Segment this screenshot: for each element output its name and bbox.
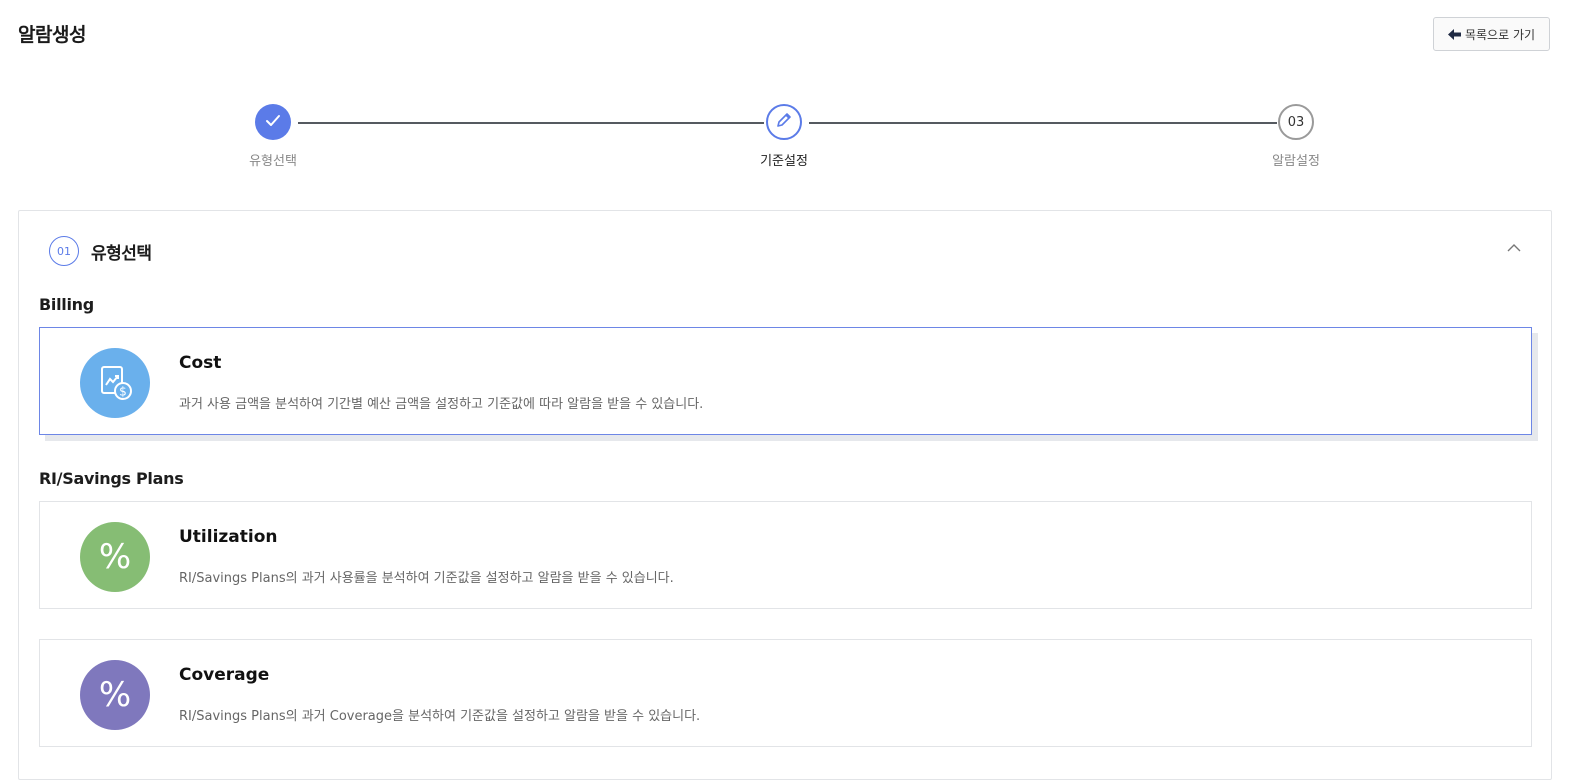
page-title: 알람생성	[18, 24, 86, 46]
card-cost[interactable]: $ Cost 과거 사용 금액을 분석하여 기간별 예산 금액을 설정하고 기준…	[39, 327, 1532, 435]
progress-stepper: 유형선택 기준설정 03 알람설정	[0, 102, 1579, 172]
step-2-indicator[interactable]	[766, 104, 802, 140]
card-description: 과거 사용 금액을 분석하여 기간별 예산 금액을 설정하고 기준값에 따라 알…	[179, 397, 704, 412]
percent-icon: %	[80, 660, 150, 730]
arrow-left-icon	[1447, 28, 1461, 40]
check-icon	[265, 113, 281, 132]
section-header: 01 유형선택	[49, 236, 152, 266]
step-2-label: 기준설정	[760, 154, 808, 169]
section-title: 유형선택	[91, 243, 152, 264]
percent-icon: %	[80, 522, 150, 592]
back-to-list-label: 목록으로 가기	[1464, 27, 1536, 42]
step-3-number: 03	[1287, 114, 1305, 130]
group-label-billing: Billing	[39, 295, 94, 314]
step-1-indicator[interactable]	[255, 104, 291, 140]
card-coverage[interactable]: % Coverage RI/Savings Plans의 과거 Coverage…	[39, 639, 1532, 747]
step-3-indicator[interactable]: 03	[1278, 104, 1314, 140]
card-description: RI/Savings Plans의 과거 Coverage을 분석하여 기준값을…	[179, 709, 701, 724]
back-to-list-button[interactable]: 목록으로 가기	[1433, 17, 1550, 51]
card-title: Utilization	[179, 527, 278, 547]
cost-document-icon: $	[80, 348, 150, 418]
group-label-ri-savings: RI/Savings Plans	[39, 469, 184, 488]
card-title: Coverage	[179, 665, 270, 685]
section-number-badge: 01	[49, 236, 79, 266]
svg-text:$: $	[119, 385, 127, 399]
chevron-up-icon[interactable]	[1507, 237, 1521, 256]
pencil-icon	[775, 111, 793, 133]
step-1-label: 유형선택	[249, 154, 297, 169]
step-connector	[298, 122, 764, 124]
card-description: RI/Savings Plans의 과거 사용률을 분석하여 기준값을 설정하고…	[179, 571, 674, 586]
type-selection-panel: 01 유형선택 Billing $ Cost 과거 사용 금액을 분석하여 기간…	[18, 210, 1552, 780]
step-3-label: 알람설정	[1272, 154, 1320, 169]
card-title: Cost	[179, 353, 222, 373]
step-connector	[809, 122, 1277, 124]
card-utilization[interactable]: % Utilization RI/Savings Plans의 과거 사용률을 …	[39, 501, 1532, 609]
